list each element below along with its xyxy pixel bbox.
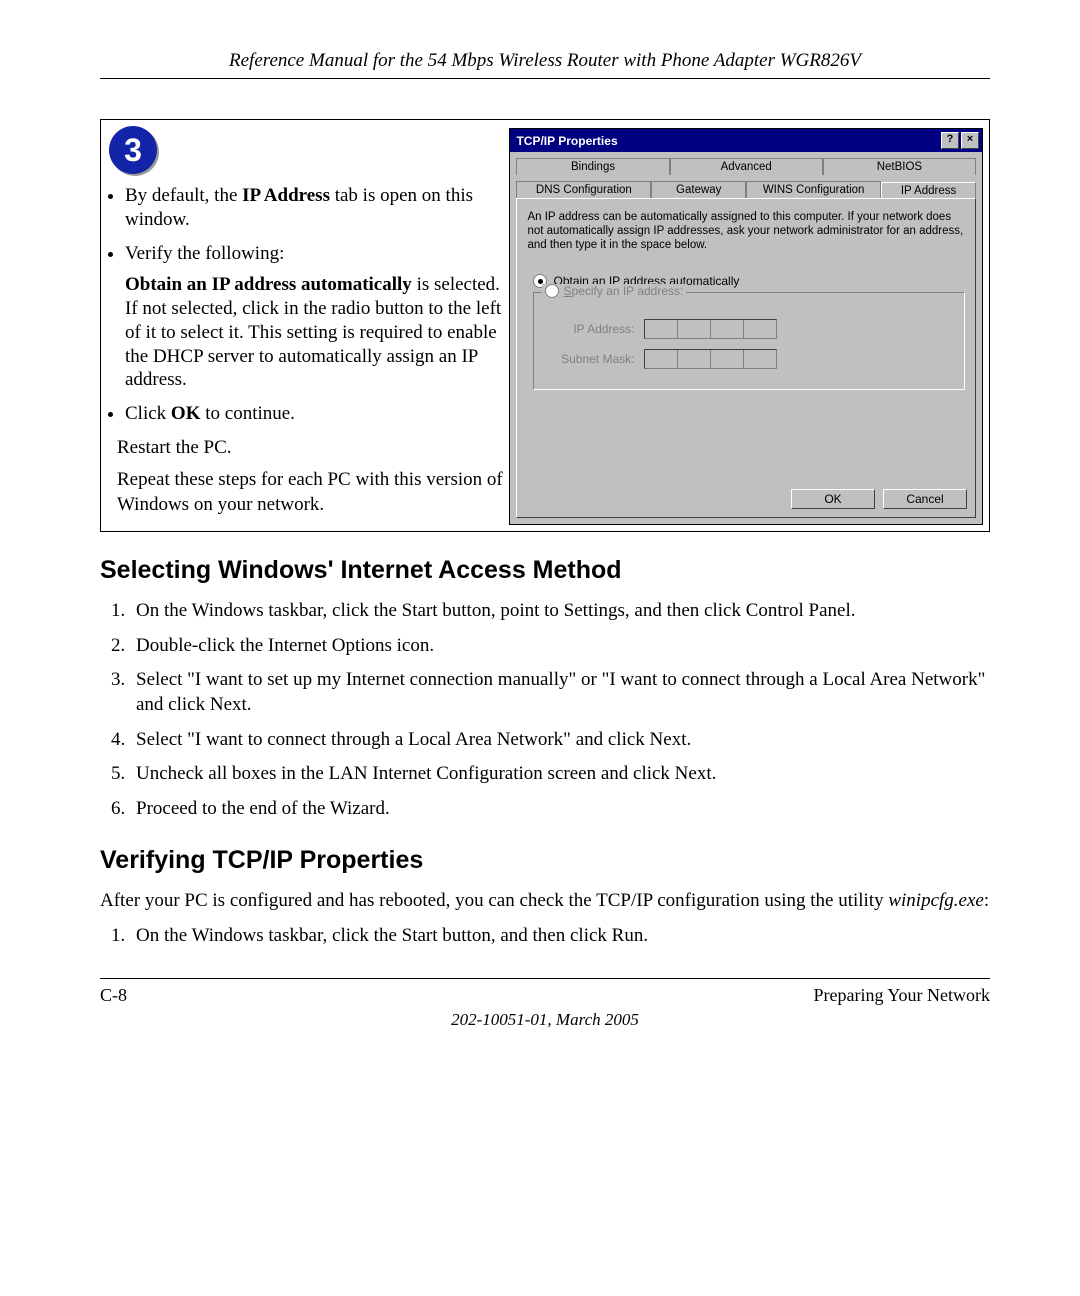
label-subnet-mask: Subnet Mask: (544, 352, 634, 366)
list-item: Proceed to the end of the Wizard. (130, 797, 990, 822)
para-restart: Restart the PC. (117, 436, 503, 461)
heading-internet-access: Selecting Windows' Internet Access Metho… (100, 556, 990, 585)
tab-wins[interactable]: WINS Configuration (746, 181, 881, 198)
list-item: Double-click the Internet Options icon. (130, 634, 990, 659)
tabs-row-bottom: DNS Configuration Gateway WINS Configura… (510, 175, 982, 198)
bullet-verify: Verify the following: Obtain an IP addre… (125, 242, 503, 393)
list-item: On the Windows taskbar, click the Start … (130, 924, 990, 949)
dialog-titlebar: TCP/IP Properties ? × (510, 129, 982, 152)
figure-container: 3 By default, the IP Address tab is open… (100, 119, 990, 532)
list-item: Select "I want to set up my Internet con… (130, 668, 990, 717)
specify-groupbox: Specify an IP address: IP Address: Subne… (533, 292, 965, 390)
dialog-title: TCP/IP Properties (516, 134, 617, 148)
running-header: Reference Manual for the 54 Mbps Wireles… (100, 50, 990, 72)
tab-ipaddress[interactable]: IP Address (881, 182, 976, 199)
footer-section: Preparing Your Network (814, 985, 990, 1006)
footer-docid: 202-10051-01, March 2005 (100, 1010, 990, 1030)
list-item: On the Windows taskbar, click the Start … (130, 599, 990, 624)
tabs-row-top: Bindings Advanced NetBIOS (510, 152, 982, 175)
footer-rule (100, 978, 990, 979)
para-repeat: Repeat these steps for each PC with this… (117, 468, 503, 517)
tab-gateway[interactable]: Gateway (651, 181, 746, 198)
list-item: Uncheck all boxes in the LAN Internet Co… (130, 762, 990, 787)
step-number-badge: 3 (109, 126, 157, 174)
heading-verify-tcpip: Verifying TCP/IP Properties (100, 846, 990, 875)
ip-address-input[interactable] (644, 319, 777, 339)
radio-icon[interactable] (545, 284, 559, 298)
para-verify-intro: After your PC is configured and has rebo… (100, 889, 990, 914)
tab-netbios[interactable]: NetBIOS (823, 158, 976, 175)
header-rule (100, 78, 990, 79)
bullet-click-ok: Click OK to continue. (125, 402, 503, 426)
help-icon[interactable]: ? (941, 132, 959, 149)
label-ip-address: IP Address: (544, 322, 634, 336)
tcpip-dialog: TCP/IP Properties ? × Bindings Advanced … (509, 128, 983, 525)
figure-instructions: 3 By default, the IP Address tab is open… (101, 120, 509, 531)
tab-advanced[interactable]: Advanced (670, 158, 823, 175)
footer-page-number: C-8 (100, 985, 127, 1006)
tab-dns[interactable]: DNS Configuration (516, 181, 651, 198)
cancel-button[interactable]: Cancel (883, 489, 967, 509)
tab-bindings[interactable]: Bindings (516, 158, 669, 175)
steps-verify: On the Windows taskbar, click the Start … (130, 924, 990, 949)
bullet-ip-tab: By default, the IP Address tab is open o… (125, 184, 503, 232)
subnet-mask-input[interactable] (644, 349, 777, 369)
ok-button[interactable]: OK (791, 489, 875, 509)
dialog-description: An IP address can be automatically assig… (527, 211, 965, 252)
radio-specify[interactable]: Specify an IP address: (542, 284, 686, 298)
list-item: Select "I want to connect through a Loca… (130, 728, 990, 753)
close-icon[interactable]: × (961, 132, 979, 149)
steps-internet-access: On the Windows taskbar, click the Start … (130, 599, 990, 822)
